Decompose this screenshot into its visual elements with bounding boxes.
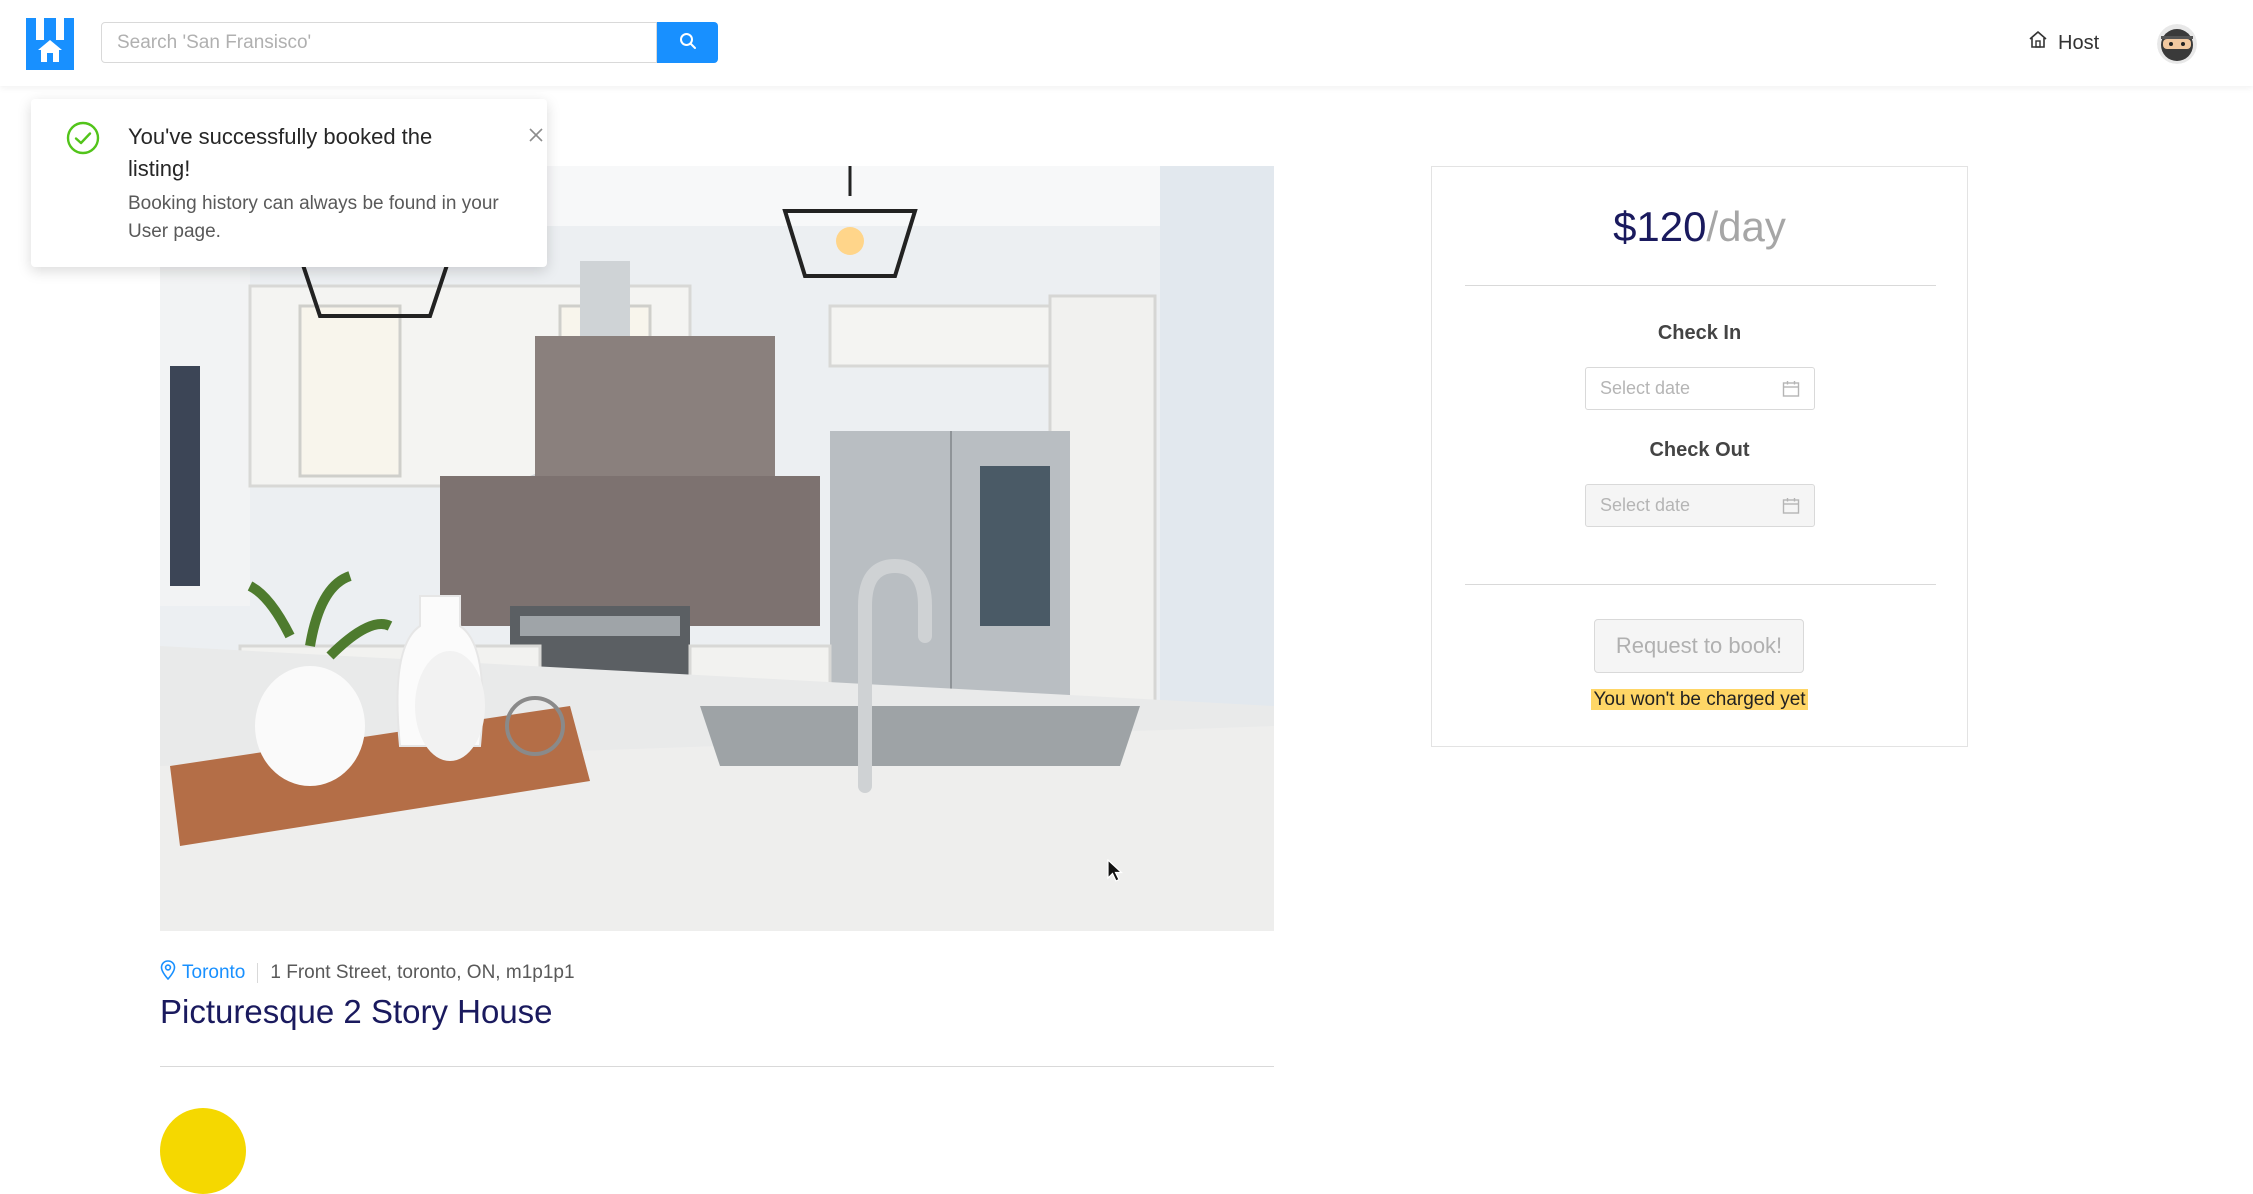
host-label: Host [2058,31,2100,54]
booking-card: $120/day Check In Select date Check Out … [1431,166,1968,747]
success-notification: You've successfully booked the listing! … [31,99,547,267]
location-row: Toronto 1 Front Street, toronto, ON, m1p… [160,960,575,986]
check-out-placeholder: Select date [1600,495,1691,515]
calendar-icon [1782,497,1800,515]
location-address: 1 Front Street, toronto, ON, m1p1p1 [270,962,575,983]
check-out-label: Check Out [1649,439,1750,461]
map-pin-icon [160,960,176,986]
check-out-datepicker[interactable]: Select date [1585,484,1815,527]
host-avatar[interactable] [160,1108,246,1194]
check-in-placeholder: Select date [1600,378,1691,398]
check-circle-icon [66,121,100,155]
search-icon [679,32,697,53]
listing-photo [160,166,1274,931]
calendar-icon [1782,380,1800,398]
price-display: $120/day [1432,203,1967,251]
search-input[interactable] [101,22,657,63]
request-to-book-button[interactable]: Request to book! [1594,619,1804,673]
location-separator [257,963,259,983]
card-divider [1465,584,1936,585]
notification-description: Booking history can always be found in y… [128,193,499,242]
close-icon[interactable] [522,121,550,149]
price-unit: /day [1706,203,1786,250]
mouse-cursor-icon [1107,858,1124,883]
house-logo-icon[interactable] [26,18,74,70]
location-city[interactable]: Toronto [182,962,245,984]
top-navbar: Host [0,0,2253,86]
search-bar [101,22,718,63]
notification-title: You've successfully booked the listing! [128,124,433,181]
home-icon [2028,30,2048,56]
user-avatar[interactable] [2157,24,2197,64]
search-button[interactable] [657,22,718,63]
charge-note: You won't be charged yet [1432,689,1967,711]
host-link[interactable]: Host [2028,28,2099,58]
check-in-label: Check In [1657,322,1742,344]
card-divider [1465,285,1936,286]
listing-title: Picturesque 2 Story House [160,993,553,1030]
price-amount: $120 [1613,203,1707,250]
charge-note-text: You won't be charged yet [1591,689,1808,710]
section-divider [160,1066,1274,1067]
check-in-datepicker[interactable]: Select date [1585,367,1815,410]
